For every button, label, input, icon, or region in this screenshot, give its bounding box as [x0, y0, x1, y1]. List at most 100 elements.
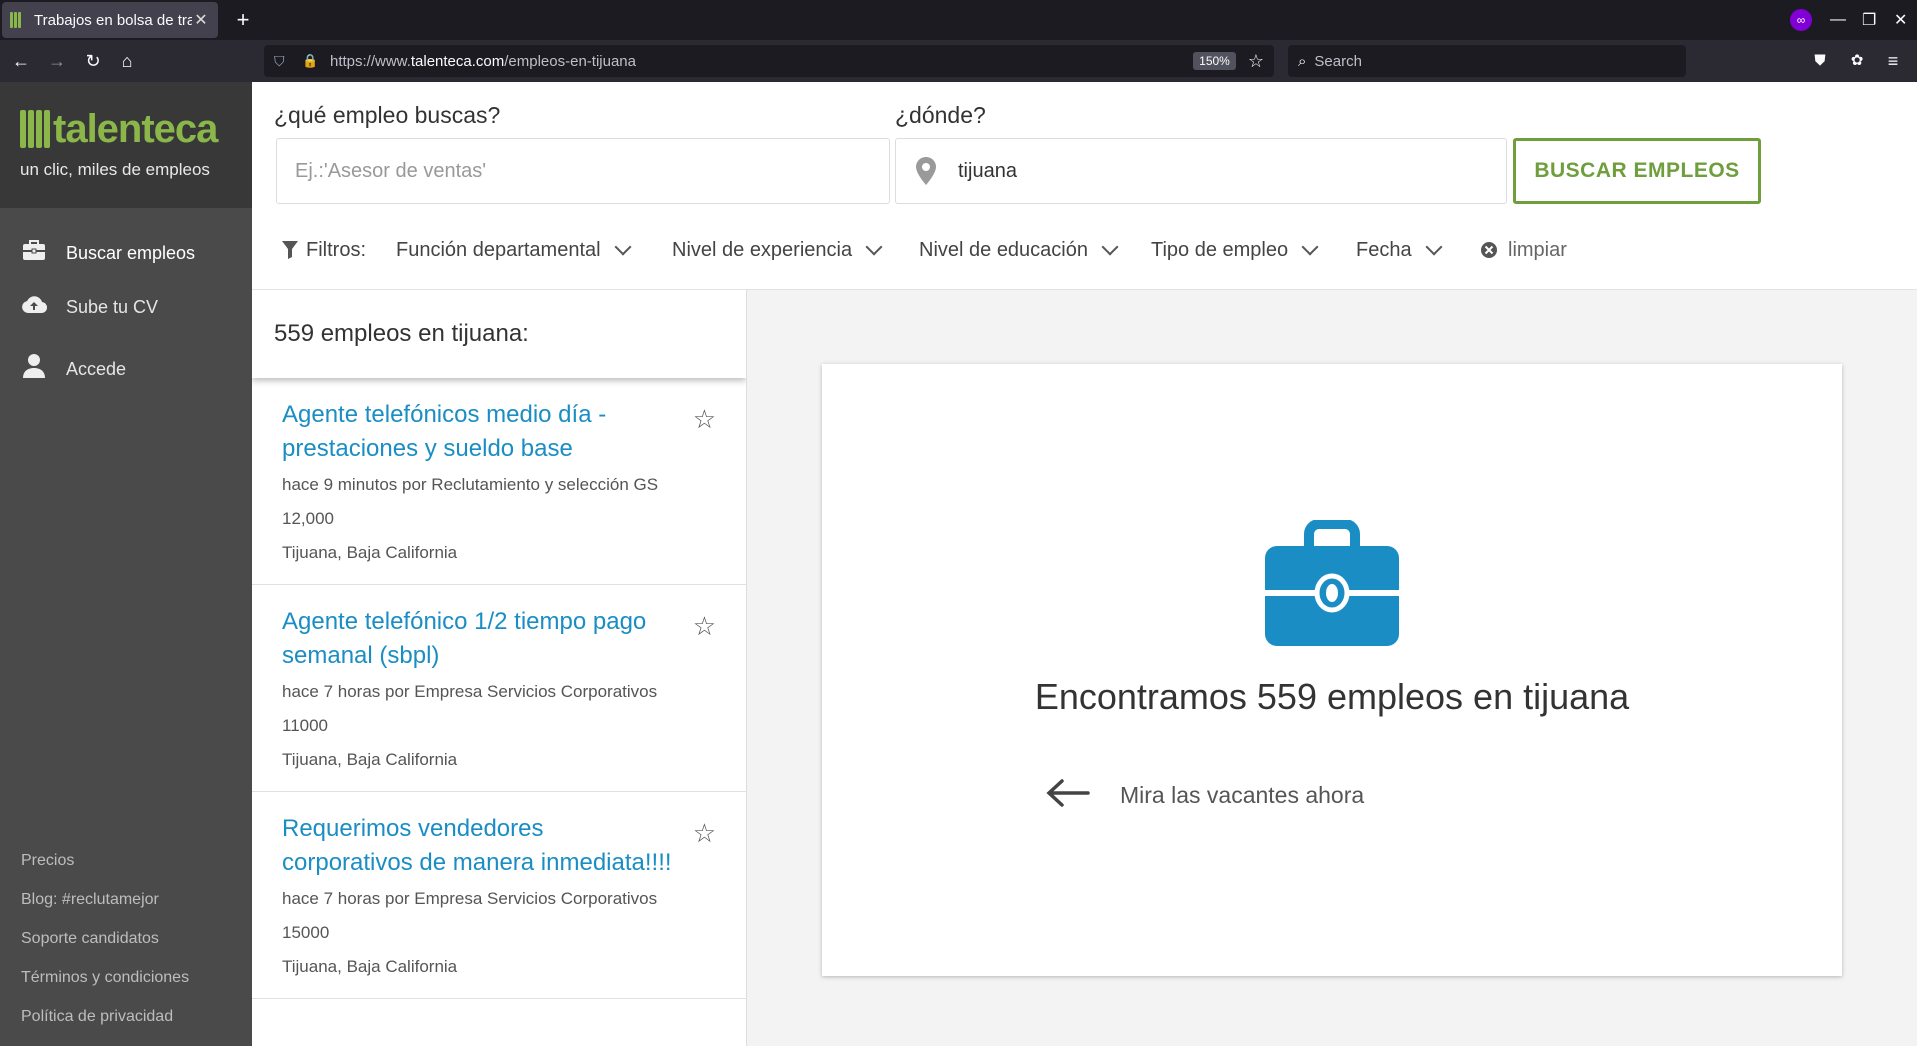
chevron-down-icon	[1101, 238, 1119, 256]
job-title-link[interactable]: Agente telefónicos medio día - prestacio…	[282, 398, 676, 466]
job-listing[interactable]: Agente telefónicos medio día - prestacio…	[252, 378, 746, 585]
job-title-link[interactable]: Requerimos vendedores corporativos de ma…	[282, 812, 676, 880]
browser-nav-bar: ← → ↻ ⌂ ⛉ 🔒 https://www.talenteca.com/em…	[0, 40, 1917, 82]
private-browsing-icon: ∞	[1790, 9, 1812, 31]
new-tab-button[interactable]: +	[228, 5, 258, 35]
restore-window-icon[interactable]: ❐	[1862, 0, 1876, 40]
funnel-icon	[282, 241, 298, 259]
favorite-star-icon[interactable]: ☆	[693, 611, 716, 642]
address-bar[interactable]: ⛉ 🔒 https://www.talenteca.com/empleos-en…	[264, 45, 1274, 77]
reload-icon[interactable]: ↻	[78, 46, 108, 76]
panel-title: Encontramos 559 empleos en tijuana	[1034, 676, 1630, 717]
footer-link-blog[interactable]: Blog: #reclutamejor	[21, 891, 189, 930]
results-heading: 559 empleos en tijuana:	[252, 290, 746, 378]
lock-icon[interactable]: 🔒	[302, 53, 318, 69]
job-salary: 11000	[282, 716, 329, 735]
sidebar-item-sube-tu-cv[interactable]: Sube tu CV	[0, 280, 252, 334]
filter-label: Tipo de empleo	[1151, 238, 1289, 261]
filter-funcion-departamental[interactable]: Función departamental	[396, 232, 632, 268]
arrow-left-icon	[1046, 774, 1090, 814]
filters-label: Filtros:	[282, 232, 366, 268]
logo-bars-icon	[20, 110, 50, 148]
browser-tab[interactable]: Trabajos en bolsa de trab ✕	[2, 2, 218, 38]
clear-x-circle-icon	[1480, 241, 1498, 259]
where-input-value[interactable]: tijuana	[958, 160, 1017, 183]
pocket-icon[interactable]: ⛊	[1805, 46, 1835, 76]
filters-label-text: Filtros:	[306, 238, 366, 261]
extension-icon[interactable]: ✿	[1842, 46, 1872, 76]
browser-search-placeholder: Search	[1314, 52, 1362, 70]
forward-arrow-icon[interactable]: →	[42, 46, 72, 76]
menu-hamburger-icon[interactable]: ≡	[1878, 46, 1908, 76]
favorite-star-icon[interactable]: ☆	[693, 818, 716, 849]
job-location: Tijuana, Baja California	[282, 543, 458, 562]
tracking-shield-icon[interactable]: ⛉	[274, 53, 292, 70]
tagline: un clic, miles de empleos	[20, 160, 210, 179]
buscar-empleos-button[interactable]: BUSCAR EMPLEOS	[1513, 138, 1761, 204]
what-label: ¿qué empleo buscas?	[274, 102, 501, 128]
favorite-star-icon[interactable]: ☆	[693, 404, 716, 435]
sidebar-footer-links: Precios Blog: #reclutamejor Soporte cand…	[21, 852, 189, 1046]
job-location: Tijuana, Baja California	[282, 750, 458, 769]
logo-text: talenteca	[53, 106, 218, 151]
location-pin-icon	[916, 157, 936, 185]
job-posted: hace 7 horas por Empresa Servicios Corpo…	[282, 682, 658, 701]
job-posted: hace 9 minutos por Reclutamiento y selec…	[282, 475, 659, 494]
what-field[interactable]	[276, 138, 890, 204]
view-vacancies-link[interactable]: Mira las vacantes ahora	[1120, 782, 1364, 809]
chevron-down-icon	[1301, 238, 1319, 256]
filter-fecha[interactable]: Fecha	[1356, 232, 1443, 268]
chevron-down-icon	[865, 238, 883, 256]
close-window-icon[interactable]: ✕	[1894, 0, 1907, 40]
job-salary: 15000	[282, 923, 330, 942]
sidebar: talenteca un clic, miles de empleos Busc…	[0, 82, 252, 1046]
large-briefcase-icon	[1265, 519, 1399, 651]
sidebar-item-buscar-empleos[interactable]: Buscar empleos	[0, 226, 252, 280]
footer-link-precios[interactable]: Precios	[21, 852, 189, 891]
job-listing[interactable]: Agente telefónico 1/2 tiempo pago semana…	[252, 585, 746, 792]
sidebar-menu: Buscar empleos Sube tu CV Accede	[0, 208, 252, 404]
chevron-down-icon	[614, 238, 632, 256]
talenteca-logo[interactable]: talenteca	[20, 104, 252, 154]
where-field[interactable]: tijuana	[895, 138, 1507, 204]
sidebar-item-accede[interactable]: Accede	[0, 334, 252, 404]
job-posted: hace 7 horas por Empresa Servicios Corpo…	[282, 889, 658, 908]
filter-label: Fecha	[1356, 238, 1412, 261]
minimize-window-icon[interactable]: —	[1830, 0, 1846, 40]
sidebar-item-label: Sube tu CV	[66, 296, 159, 317]
home-icon[interactable]: ⌂	[112, 46, 142, 76]
clear-filters-button[interactable]: limpiar	[1480, 232, 1567, 268]
filter-nivel-experiencia[interactable]: Nivel de experiencia	[672, 232, 883, 268]
sidebar-item-label: Accede	[66, 358, 127, 379]
url-text[interactable]: https://www.talenteca.com/empleos-en-tij…	[330, 53, 1193, 70]
footer-link-terminos[interactable]: Términos y condiciones	[21, 969, 189, 1008]
cloud-upload-icon	[20, 294, 48, 320]
close-tab-icon[interactable]: ✕	[192, 10, 210, 30]
results-list: 559 empleos en tijuana: Agente telefónic…	[252, 290, 747, 1046]
where-label: ¿dónde?	[895, 102, 986, 128]
user-icon	[20, 354, 48, 384]
search-icon: ⌕	[1298, 52, 1307, 70]
results-summary-panel: Encontramos 559 empleos en tijuana Mira …	[822, 364, 1842, 976]
what-input[interactable]	[295, 159, 889, 183]
filter-label: Nivel de experiencia	[672, 238, 853, 261]
footer-link-privacidad[interactable]: Política de privacidad	[21, 1008, 189, 1046]
browser-tab-bar: Trabajos en bolsa de trab ✕ + ∞ — ❐ ✕	[0, 0, 1917, 40]
filter-label: Función departamental	[396, 238, 601, 261]
footer-link-soporte[interactable]: Soporte candidatos	[21, 930, 189, 969]
bookmark-star-icon[interactable]: ☆	[1248, 51, 1264, 72]
chevron-down-icon	[1425, 238, 1443, 256]
brand-block: talenteca un clic, miles de empleos	[0, 82, 252, 208]
job-listing[interactable]: Requerimos vendedores corporativos de ma…	[252, 792, 746, 999]
filter-tipo-empleo[interactable]: Tipo de empleo	[1151, 232, 1319, 268]
browser-search-bar[interactable]: ⌕ Search	[1288, 45, 1686, 77]
clear-filters-label: limpiar	[1508, 238, 1567, 261]
briefcase-icon	[20, 239, 48, 267]
back-arrow-icon[interactable]: ←	[6, 46, 36, 76]
job-salary: 12,000	[282, 509, 334, 528]
zoom-badge[interactable]: 150%	[1193, 52, 1236, 70]
sidebar-item-label: Buscar empleos	[66, 242, 196, 263]
job-title-link[interactable]: Agente telefónico 1/2 tiempo pago semana…	[282, 605, 676, 673]
search-header: ¿qué empleo buscas? ¿dónde? tijuana BUSC…	[252, 82, 1917, 290]
filter-nivel-educacion[interactable]: Nivel de educación	[919, 232, 1119, 268]
